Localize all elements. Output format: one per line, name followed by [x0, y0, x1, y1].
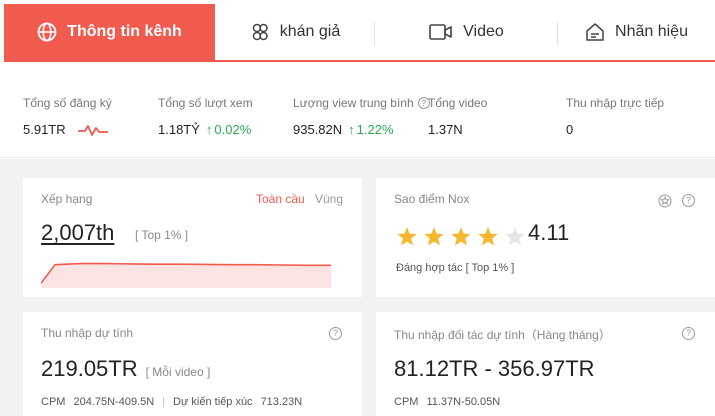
cpm-value: 11.37N-50.05N: [426, 396, 501, 408]
channel-metrics: Tổng số đăng ký 5.91TR Tổng số lượt xem …: [0, 62, 715, 158]
rank-trend-area: [41, 263, 331, 288]
scope-region-toggle[interactable]: Vùng: [315, 192, 343, 206]
rank-value[interactable]: 2,007th: [41, 220, 114, 246]
tab-video[interactable]: Video: [375, 4, 558, 60]
tab-bar: Thông tin kênh khán giả Video Nhãn hiệu: [4, 4, 715, 62]
metric-label: Tổng video: [428, 96, 488, 110]
globe-icon: [37, 22, 57, 42]
brand-icon: [586, 23, 604, 41]
tab-channel-info[interactable]: Thông tin kênh: [4, 4, 215, 60]
help-icon[interactable]: ?: [329, 327, 342, 340]
star-icon: [397, 227, 417, 246]
divider: |: [162, 396, 166, 408]
tab-audience[interactable]: khán giả: [215, 4, 375, 60]
partner-rating: Đáng hợp tác [ Top 1% ]: [396, 262, 515, 274]
metric-value: 935.82N: [293, 122, 343, 137]
partner-income-value: 81.12TR - 356.97TR: [394, 356, 595, 381]
ranking-card: Xếp hạng Toàn cầu Vùng 2,007th [ Top 1% …: [23, 178, 362, 297]
tab-brand[interactable]: Nhãn hiệu: [558, 4, 715, 60]
metric-label: Tổng số lượt xem: [158, 96, 253, 110]
arrow-up-icon: ↑: [205, 122, 213, 137]
arrow-up-icon: ↑: [348, 122, 355, 137]
metric-avg-views: Lượng view trung bình ? 935.82N ↑ 1.22%: [293, 96, 430, 137]
reach-label: Dự kiến tiếp xúc: [173, 396, 253, 408]
cpm-value: 204.75N-409.5N: [73, 396, 155, 408]
star-icon: [451, 227, 471, 246]
metric-label: Tổng số đăng ký: [23, 96, 112, 110]
nox-score-value: 4.11: [528, 220, 570, 245]
estimated-income-title: Thu nhập dự tính: [41, 326, 134, 340]
star-icon: [505, 227, 525, 246]
tab-channel-info-label: Thông tin kênh: [67, 23, 182, 40]
badge-star-icon[interactable]: [658, 194, 672, 208]
help-icon[interactable]: ?: [682, 194, 695, 207]
star-icon: [424, 227, 444, 246]
estimated-income-value: 219.05TR: [41, 356, 138, 381]
metric-direct-income: Thu nhập trực tiếp 0: [566, 96, 664, 137]
nox-score-title: Sao điểm Nox: [394, 192, 470, 206]
audience-icon: [252, 23, 268, 41]
rank-top-percent: [ Top 1% ]: [135, 228, 189, 242]
rank-trend-chart: [41, 262, 331, 288]
partner-income-card: Thu nhập đối tác dự tính（Hàng tháng） ? 8…: [376, 312, 715, 416]
help-icon[interactable]: ?: [682, 327, 695, 340]
cpm-label: CPM: [394, 396, 419, 408]
star-icon: [478, 227, 498, 246]
metric-change: 0.02%: [214, 122, 252, 137]
pulse-trend-icon: [77, 124, 108, 136]
estimated-income-unit: [ Mỗi video ]: [145, 365, 211, 379]
metric-value: 1.37N: [428, 122, 463, 137]
scope-global-toggle[interactable]: Toàn cầu: [256, 192, 305, 206]
video-icon: [429, 24, 452, 40]
tab-brand-label: Nhãn hiệu: [615, 23, 688, 40]
metric-views: Tổng số lượt xem 1.18TỶ ↑ 0.02%: [158, 96, 253, 137]
partner-income-title: Thu nhập đối tác dự tính（Hàng tháng）: [394, 328, 611, 342]
reach-value: 713.23N: [260, 396, 303, 408]
nox-score-card: Sao điểm Nox ? 4.11 Đáng hợp tác [ Top 1…: [376, 178, 715, 297]
metric-value: 1.18TỶ: [158, 122, 200, 137]
metric-subscribers: Tổng số đăng ký 5.91TR: [23, 96, 112, 137]
estimated-income-card: Thu nhập dự tính ? 219.05TR [ Mỗi video …: [23, 312, 362, 416]
tab-video-label: Video: [463, 23, 504, 40]
metric-value: 0: [566, 122, 574, 137]
tab-audience-label: khán giả: [279, 23, 341, 40]
star-rating: [396, 226, 526, 247]
metric-value: 5.91TR: [23, 122, 66, 137]
metric-change: 1.22%: [356, 122, 394, 137]
metric-label: Thu nhập trực tiếp: [566, 96, 665, 110]
cpm-label: CPM: [41, 396, 66, 408]
metric-videos: Tổng video 1.37N: [428, 96, 487, 137]
metric-label: Lượng view trung bình: [293, 96, 414, 110]
ranking-title: Xếp hạng: [41, 192, 93, 206]
